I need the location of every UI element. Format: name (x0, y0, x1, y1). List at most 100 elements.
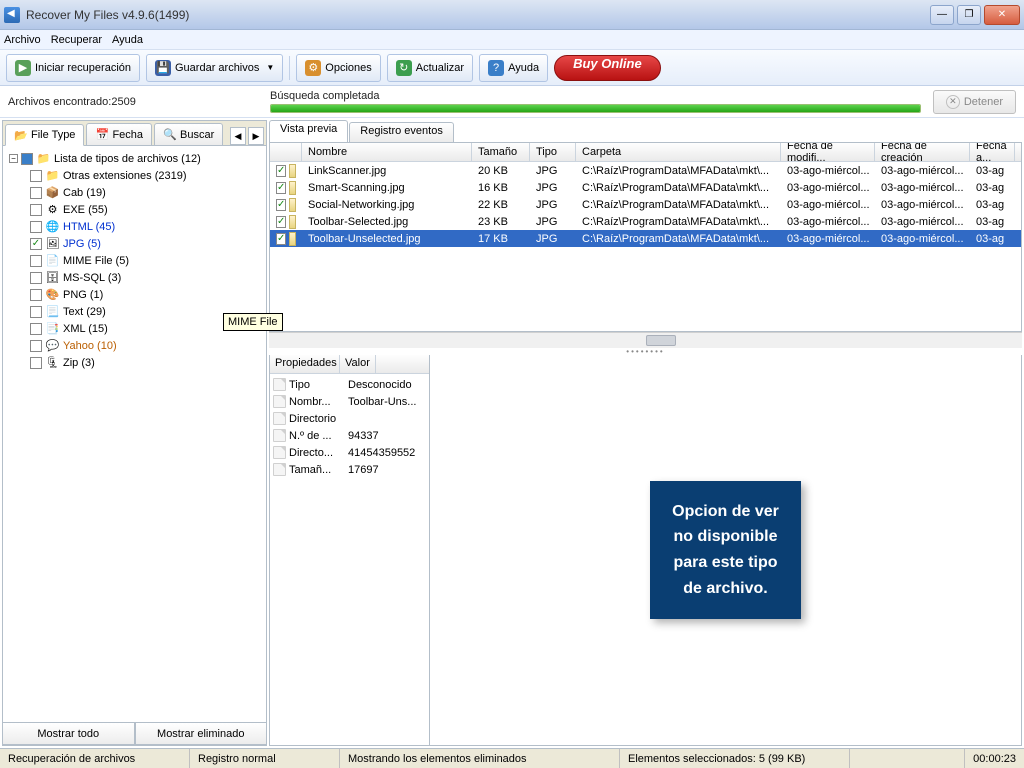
checkbox[interactable] (30, 306, 42, 318)
tab-next-button[interactable]: ▶ (248, 127, 264, 145)
tab-buscar[interactable]: 🔍Buscar (154, 123, 223, 145)
tab-show-all[interactable]: Mostrar todo (3, 723, 135, 745)
save-files-button[interactable]: 💾Guardar archivos▼ (146, 54, 283, 82)
checkbox[interactable] (30, 204, 42, 216)
tree-item[interactable]: 📄MIME File (5) (5, 252, 264, 269)
file-size: 22 KB (472, 199, 530, 211)
tree-item[interactable]: ⚙EXE (55) (5, 201, 264, 218)
tree-item[interactable]: 🌐HTML (45) (5, 218, 264, 235)
statusbar: Recuperación de archivos Registro normal… (0, 748, 1024, 768)
tree-item-label[interactable]: Otras extensiones (2319) (63, 170, 187, 182)
file-row[interactable]: Toolbar-Unselected.jpg17 KBJPGC:\Raíz\Pr… (270, 230, 1021, 247)
scrollbar-thumb[interactable] (646, 335, 676, 346)
col-name[interactable]: Nombre (302, 143, 472, 161)
col-val[interactable]: Valor (340, 355, 376, 373)
tree-item-label[interactable]: MIME File (5) (63, 255, 129, 267)
checkbox[interactable] (30, 221, 42, 233)
tree-item-label[interactable]: Zip (3) (63, 357, 95, 369)
tree-item[interactable]: 🖼JPG (5) (5, 235, 264, 252)
col-acc[interactable]: Fecha a... (970, 143, 1015, 161)
tree-item-label[interactable]: Yahoo (10) (63, 340, 117, 352)
tree-item-label[interactable]: MS-SQL (3) (63, 272, 121, 284)
collapse-icon[interactable]: − (9, 154, 18, 163)
col-cre[interactable]: Fecha de creación (875, 143, 970, 161)
col-type[interactable]: Tipo (530, 143, 576, 161)
checkbox[interactable] (30, 238, 42, 250)
checkbox[interactable] (21, 153, 33, 165)
tree-item[interactable]: 🗜Zip (3) (5, 354, 264, 371)
checkbox[interactable] (276, 233, 286, 245)
file-row[interactable]: Toolbar-Selected.jpg23 KBJPGC:\Raíz\Prog… (270, 213, 1021, 230)
property-key: Directo... (289, 447, 345, 459)
preview-panel: Opcion de verno disponiblepara este tipo… (430, 355, 1021, 745)
tree-item-label[interactable]: Text (29) (63, 306, 106, 318)
col-check[interactable] (270, 143, 302, 161)
col-prop[interactable]: Propiedades (270, 355, 340, 373)
property-icon (273, 412, 286, 425)
file-type: JPG (530, 165, 576, 177)
tree-item-label[interactable]: EXE (55) (63, 204, 108, 216)
checkbox[interactable] (276, 182, 286, 194)
menu-ayuda[interactable]: Ayuda (112, 34, 143, 46)
file-type: JPG (530, 233, 576, 245)
horizontal-scrollbar[interactable] (269, 332, 1022, 348)
buy-online-button[interactable]: Buy Online (554, 55, 661, 81)
maximize-button[interactable]: ❐ (957, 5, 981, 25)
tree-item[interactable]: 📁Otras extensiones (2319) (5, 167, 264, 184)
tab-prev-button[interactable]: ◀ (230, 127, 246, 145)
status-filter: Mostrando los elementos eliminados (340, 749, 620, 768)
file-row[interactable]: LinkScanner.jpg20 KBJPGC:\Raíz\ProgramDa… (270, 162, 1021, 179)
tree-root-label[interactable]: Lista de tipos de archivos (12) (54, 153, 201, 165)
checkbox[interactable] (30, 255, 42, 267)
file-row[interactable]: Social-Networking.jpg22 KBJPGC:\Raíz\Pro… (270, 196, 1021, 213)
type-icon: 🗜 (45, 355, 60, 370)
checkbox[interactable] (276, 199, 286, 211)
checkbox[interactable] (276, 165, 286, 177)
tree-root[interactable]: − 📁 Lista de tipos de archivos (12) (5, 150, 264, 167)
tree-item-label[interactable]: Cab (19) (63, 187, 106, 199)
file-row[interactable]: Smart-Scanning.jpg16 KBJPGC:\Raíz\Progra… (270, 179, 1021, 196)
file-list-body[interactable]: LinkScanner.jpg20 KBJPGC:\Raíz\ProgramDa… (270, 162, 1021, 331)
refresh-button[interactable]: ↻Actualizar (387, 54, 473, 82)
checkbox[interactable] (276, 216, 286, 228)
splitter-handle[interactable]: •••••••• (269, 348, 1022, 355)
col-folder[interactable]: Carpeta (576, 143, 781, 161)
property-row: N.º de ...94337 (270, 427, 429, 444)
close-button[interactable]: ✕ (984, 5, 1020, 25)
checkbox[interactable] (30, 187, 42, 199)
tree-item[interactable]: 📦Cab (19) (5, 184, 264, 201)
checkbox[interactable] (30, 357, 42, 369)
tree-item[interactable]: 💬Yahoo (10) (5, 337, 264, 354)
tree-item-label[interactable]: PNG (1) (63, 289, 103, 301)
folder-icon: 📁 (36, 151, 51, 166)
tab-events[interactable]: Registro eventos (349, 122, 454, 142)
tree-item-label[interactable]: JPG (5) (63, 238, 101, 250)
start-recovery-button[interactable]: ▶Iniciar recuperación (6, 54, 140, 82)
menu-recuperar[interactable]: Recuperar (51, 34, 102, 46)
tree-item[interactable]: 🗄MS-SQL (3) (5, 269, 264, 286)
file-name: Toolbar-Unselected.jpg (302, 233, 472, 245)
tab-file-type[interactable]: 📂File Type (5, 124, 84, 146)
tree-item-label[interactable]: HTML (45) (63, 221, 115, 233)
tab-nav: ◀ ▶ (230, 127, 264, 145)
checkbox[interactable] (30, 272, 42, 284)
checkbox[interactable] (30, 340, 42, 352)
checkbox[interactable] (30, 170, 42, 182)
toolbar: ▶Iniciar recuperación 💾Guardar archivos▼… (0, 50, 1024, 86)
file-accessed: 03-ag (970, 199, 1015, 211)
menu-archivo[interactable]: Archivo (4, 34, 41, 46)
tab-fecha[interactable]: 📅Fecha (86, 123, 152, 145)
app-icon (4, 7, 20, 23)
help-button[interactable]: ?Ayuda (479, 54, 548, 82)
tab-show-deleted[interactable]: Mostrar eliminado (135, 723, 267, 745)
minimize-button[interactable]: — (930, 5, 954, 25)
col-mod[interactable]: Fecha de modifi... (781, 143, 875, 161)
tab-preview[interactable]: Vista previa (269, 120, 348, 142)
tree-item[interactable]: 🎨PNG (1) (5, 286, 264, 303)
col-size[interactable]: Tamaño (472, 143, 530, 161)
tree-item-label[interactable]: XML (15) (63, 323, 108, 335)
checkbox[interactable] (30, 289, 42, 301)
checkbox[interactable] (30, 323, 42, 335)
options-button[interactable]: ⚙Opciones (296, 54, 380, 82)
file-type-tree[interactable]: − 📁 Lista de tipos de archivos (12) 📁Otr… (3, 146, 266, 722)
